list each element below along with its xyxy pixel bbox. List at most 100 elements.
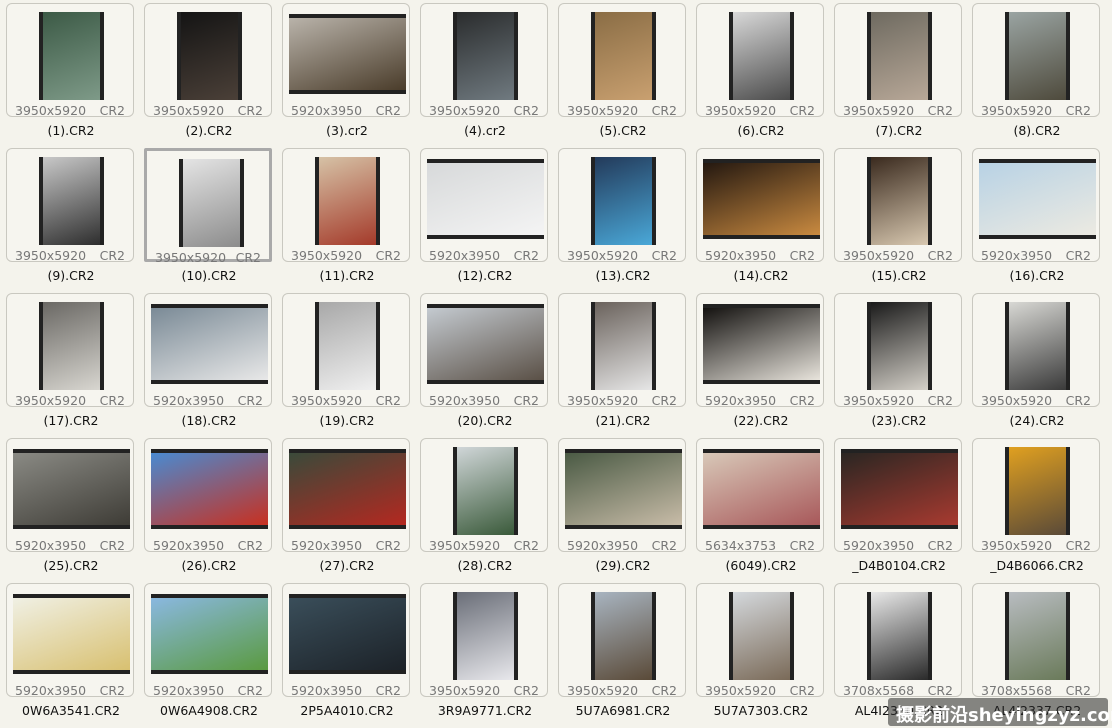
thumbnail-card[interactable]: 5920x3950 CR2 (420, 148, 548, 263)
file-tile[interactable]: 3950x5920 CR2 (13).CR2 (556, 145, 694, 290)
file-name: (9).CR2 (47, 268, 95, 283)
file-tile[interactable]: 5920x3950 CR2 (20).CR2 (418, 290, 556, 435)
file-type-badge: CR2 (235, 250, 261, 265)
thumbnail-card[interactable]: 3950x5920 CR2 (696, 3, 824, 118)
thumbnail-card[interactable]: 3950x5920 CR2 (558, 583, 686, 698)
file-tile[interactable]: 3950x5920 CR2 (24).CR2 (970, 290, 1108, 435)
thumbnail-card[interactable]: 5920x3950 CR2 (144, 438, 272, 553)
file-name: (12).CR2 (457, 268, 513, 283)
thumbnail-card[interactable]: 3950x5920 CR2 (6, 3, 134, 118)
file-tile[interactable]: 3950x5920 CR2 (11).CR2 (280, 145, 418, 290)
file-tile[interactable]: 3950x5920 CR2 (8).CR2 (970, 0, 1108, 145)
file-tile[interactable]: 5920x3950 CR2 _D4B0104.CR2 (832, 435, 970, 580)
thumbnail-card[interactable]: 3950x5920 CR2 (834, 148, 962, 263)
thumbnail-card[interactable]: 5920x3950 CR2 (696, 148, 824, 263)
thumbnail-card[interactable]: 3950x5920 CR2 (6, 148, 134, 263)
thumbnail-card[interactable]: 5920x3950 CR2 (420, 293, 548, 408)
thumbnail-card[interactable]: 3950x5920 CR2 (420, 583, 548, 698)
thumbnail-image (289, 14, 406, 94)
thumbnail-card[interactable]: 5920x3950 CR2 (558, 438, 686, 553)
thumbnail-card[interactable]: 3950x5920 CR2 (6, 293, 134, 408)
thumbnail-card[interactable]: 5920x3950 CR2 (834, 438, 962, 553)
thumbnail-card[interactable]: 3950x5920 CR2 (420, 3, 548, 118)
thumbnail-card[interactable]: 5920x3950 CR2 (282, 438, 410, 553)
file-tile[interactable]: 5920x3950 CR2 (14).CR2 (694, 145, 832, 290)
thumbnail-card[interactable]: 3950x5920 CR2 (144, 3, 272, 118)
file-tile[interactable]: 3950x5920 CR2 (19).CR2 (280, 290, 418, 435)
photo-preview (289, 453, 406, 525)
file-tile[interactable]: 3950x5920 CR2 (23).CR2 (832, 290, 970, 435)
thumbnail-card[interactable]: 3950x5920 CR2 (834, 293, 962, 408)
thumbnail-card[interactable]: 5920x3950 CR2 (144, 583, 272, 698)
file-tile[interactable]: 3950x5920 CR2 (17).CR2 (4, 290, 142, 435)
file-tile[interactable]: 5920x3950 CR2 (3).cr2 (280, 0, 418, 145)
thumbnail-card[interactable]: 5920x3950 CR2 (6, 438, 134, 553)
file-tile[interactable]: 3950x5920 CR2 5U7A7303.CR2 (694, 580, 832, 725)
file-tile[interactable]: 3950x5920 CR2 5U7A6981.CR2 (556, 580, 694, 725)
image-dimensions: 3950x5920 (15, 393, 87, 408)
thumbnail-card[interactable]: 3950x5920 CR2 (282, 148, 410, 263)
file-tile[interactable]: 3950x5920 CR2 (4).cr2 (418, 0, 556, 145)
file-tile[interactable]: 5920x3950 CR2 2P5A4010.CR2 (280, 580, 418, 725)
photo-preview (1009, 447, 1066, 535)
file-tile[interactable]: 3950x5920 CR2 (2).CR2 (142, 0, 280, 145)
thumbnail-card[interactable]: 3950x5920 CR2 (972, 438, 1100, 553)
photo-preview (841, 453, 958, 525)
thumbnail-card[interactable]: 3950x5920 CR2 (558, 3, 686, 118)
image-dimensions: 5920x3950 (705, 393, 777, 408)
file-tile[interactable]: 5920x3950 CR2 (25).CR2 (4, 435, 142, 580)
thumbnail-card[interactable]: 3950x5920 CR2 (834, 3, 962, 118)
thumbnail-card[interactable]: 5634x3753 CR2 (696, 438, 824, 553)
file-name: (22).CR2 (733, 413, 789, 428)
thumbnail-card[interactable]: 3950x5920 CR2 (420, 438, 548, 553)
thumbnail-card[interactable]: 5920x3950 CR2 (144, 293, 272, 408)
file-tile[interactable]: 5920x3950 CR2 (27).CR2 (280, 435, 418, 580)
thumbnail-card[interactable]: 5920x3950 CR2 (6, 583, 134, 698)
thumbnail-card[interactable]: 5920x3950 CR2 (696, 293, 824, 408)
thumbnail-image (315, 302, 380, 390)
file-tile[interactable]: 5920x3950 CR2 (12).CR2 (418, 145, 556, 290)
file-name: (25).CR2 (43, 558, 99, 573)
thumbnail-card[interactable]: 3950x5920 CR2 (558, 148, 686, 263)
file-tile[interactable]: 5920x3950 CR2 (26).CR2 (142, 435, 280, 580)
file-tile[interactable]: 3950x5920 CR2 (7).CR2 (832, 0, 970, 145)
file-tile[interactable]: 5920x3950 CR2 0W6A4908.CR2 (142, 580, 280, 725)
file-tile[interactable]: 5634x3753 CR2 (6049).CR2 (694, 435, 832, 580)
thumbnail-card[interactable]: 3708x5568 CR2 (834, 583, 962, 698)
file-tile[interactable]: 5920x3950 CR2 (18).CR2 (142, 290, 280, 435)
image-dimensions: 5920x3950 (843, 538, 915, 553)
thumbnail-card[interactable]: 5920x3950 CR2 (282, 3, 410, 118)
photo-preview (733, 592, 790, 680)
file-tile[interactable]: 3950x5920 CR2 (15).CR2 (832, 145, 970, 290)
thumbnail-card[interactable]: 3950x5920 CR2 (144, 148, 272, 265)
thumbnail-card[interactable]: 3950x5920 CR2 (696, 583, 824, 698)
file-tile[interactable]: 5920x3950 CR2 0W6A3541.CR2 (4, 580, 142, 725)
file-tile[interactable]: 3950x5920 CR2 (10).CR2 (142, 145, 280, 290)
thumbnail-card[interactable]: 3708x5568 CR2 (972, 583, 1100, 698)
thumbnail-card[interactable]: 5920x3950 CR2 (972, 148, 1100, 263)
file-type-badge: CR2 (927, 683, 953, 698)
thumbnail-card[interactable]: 3950x5920 CR2 (282, 293, 410, 408)
thumbnail-card[interactable]: 3950x5920 CR2 (558, 293, 686, 408)
watermark: 摄影前沿sheyingzyz.com (888, 698, 1112, 726)
file-tile[interactable]: 3950x5920 CR2 (5).CR2 (556, 0, 694, 145)
file-tile[interactable]: 5920x3950 CR2 (29).CR2 (556, 435, 694, 580)
file-tile[interactable]: 3950x5920 CR2 (21).CR2 (556, 290, 694, 435)
file-tile[interactable]: 3950x5920 CR2 (6).CR2 (694, 0, 832, 145)
file-tile[interactable]: 5920x3950 CR2 (16).CR2 (970, 145, 1108, 290)
file-tile[interactable]: 3950x5920 CR2 (28).CR2 (418, 435, 556, 580)
file-tile[interactable]: 3950x5920 CR2 3R9A9771.CR2 (418, 580, 556, 725)
photo-preview (457, 447, 514, 535)
thumbnail-card[interactable]: 3950x5920 CR2 (972, 293, 1100, 408)
photo-preview (1009, 302, 1066, 390)
file-tile[interactable]: 5920x3950 CR2 (22).CR2 (694, 290, 832, 435)
thumbnail-card[interactable]: 5920x3950 CR2 (282, 583, 410, 698)
file-tile[interactable]: 3950x5920 CR2 _D4B6066.CR2 (970, 435, 1108, 580)
file-tile[interactable]: 3950x5920 CR2 (9).CR2 (4, 145, 142, 290)
image-dimensions: 3950x5920 (15, 248, 87, 263)
file-tile[interactable]: 3950x5920 CR2 (1).CR2 (4, 0, 142, 145)
thumbnail-image (151, 594, 268, 674)
thumbnail-card[interactable]: 3950x5920 CR2 (972, 3, 1100, 118)
image-dimensions: 3950x5920 (981, 103, 1053, 118)
file-type-badge: CR2 (99, 103, 125, 118)
